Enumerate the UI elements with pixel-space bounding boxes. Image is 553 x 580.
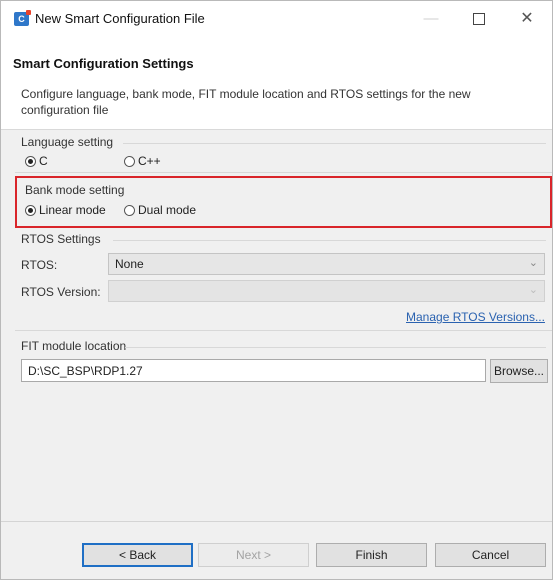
fit-location-input[interactable] — [21, 359, 486, 382]
section-separator — [15, 172, 552, 173]
radio-c[interactable]: C — [25, 154, 48, 168]
maximize-button[interactable] — [456, 1, 502, 37]
radio-dual-label: Dual mode — [138, 203, 197, 217]
radio-c-label: C — [39, 154, 48, 168]
page-title: Smart Configuration Settings — [13, 56, 194, 71]
footer-separator — [1, 521, 552, 522]
title-bar[interactable]: C New Smart Configuration File — ✕ — [1, 1, 552, 37]
app-icon: C — [14, 10, 31, 26]
radio-c-indicator[interactable] — [25, 155, 36, 167]
rtos-select-value: None — [115, 257, 144, 271]
radio-linear-indicator[interactable] — [25, 204, 36, 216]
finish-button[interactable]: Finish — [316, 543, 427, 567]
radio-dual-indicator[interactable] — [124, 204, 135, 216]
radio-linear-mode[interactable]: Linear mode — [25, 203, 106, 217]
next-button[interactable]: Next > — [198, 543, 309, 567]
rtos-select[interactable]: None ⌄ — [108, 253, 545, 275]
fit-group-separator — [125, 347, 546, 348]
rtos-version-select[interactable]: ⌄ — [108, 280, 545, 302]
maximize-icon — [473, 13, 485, 26]
radio-dual-mode[interactable]: Dual mode — [124, 203, 196, 217]
rtos-group-separator — [113, 240, 546, 241]
cancel-button[interactable]: Cancel — [435, 543, 546, 567]
browse-button[interactable]: Browse... — [490, 359, 548, 383]
radio-linear-label: Linear mode — [39, 203, 106, 217]
back-button[interactable]: < Back — [82, 543, 193, 567]
chevron-down-icon: ⌄ — [528, 257, 538, 269]
page-description: Configure language, bank mode, FIT modul… — [21, 87, 471, 117]
bank-mode-group-label: Bank mode setting — [25, 183, 125, 197]
rtos-group-label: RTOS Settings — [21, 232, 101, 246]
radio-cpp-label: C++ — [138, 154, 161, 168]
section-separator — [15, 330, 552, 331]
dialog-window: C New Smart Configuration File — ✕ Smart… — [0, 0, 553, 580]
rtos-version-label: RTOS Version: — [21, 285, 101, 299]
fit-location-field[interactable] — [22, 360, 485, 381]
minimize-button[interactable]: — — [408, 1, 454, 37]
language-group-separator — [123, 143, 546, 144]
language-group-label: Language setting — [21, 135, 114, 149]
window-title: New Smart Configuration File — [35, 11, 205, 26]
radio-cpp-indicator[interactable] — [124, 155, 135, 167]
close-button[interactable]: ✕ — [504, 1, 550, 37]
manage-rtos-versions-link[interactable]: Manage RTOS Versions... — [406, 310, 545, 324]
fit-group-label: FIT module location — [21, 339, 127, 353]
radio-cpp[interactable]: C++ — [124, 154, 161, 168]
rtos-label: RTOS: — [21, 258, 58, 272]
chevron-down-icon: ⌄ — [528, 284, 538, 296]
wizard-header: Smart Configuration Settings Configure l… — [1, 37, 552, 130]
